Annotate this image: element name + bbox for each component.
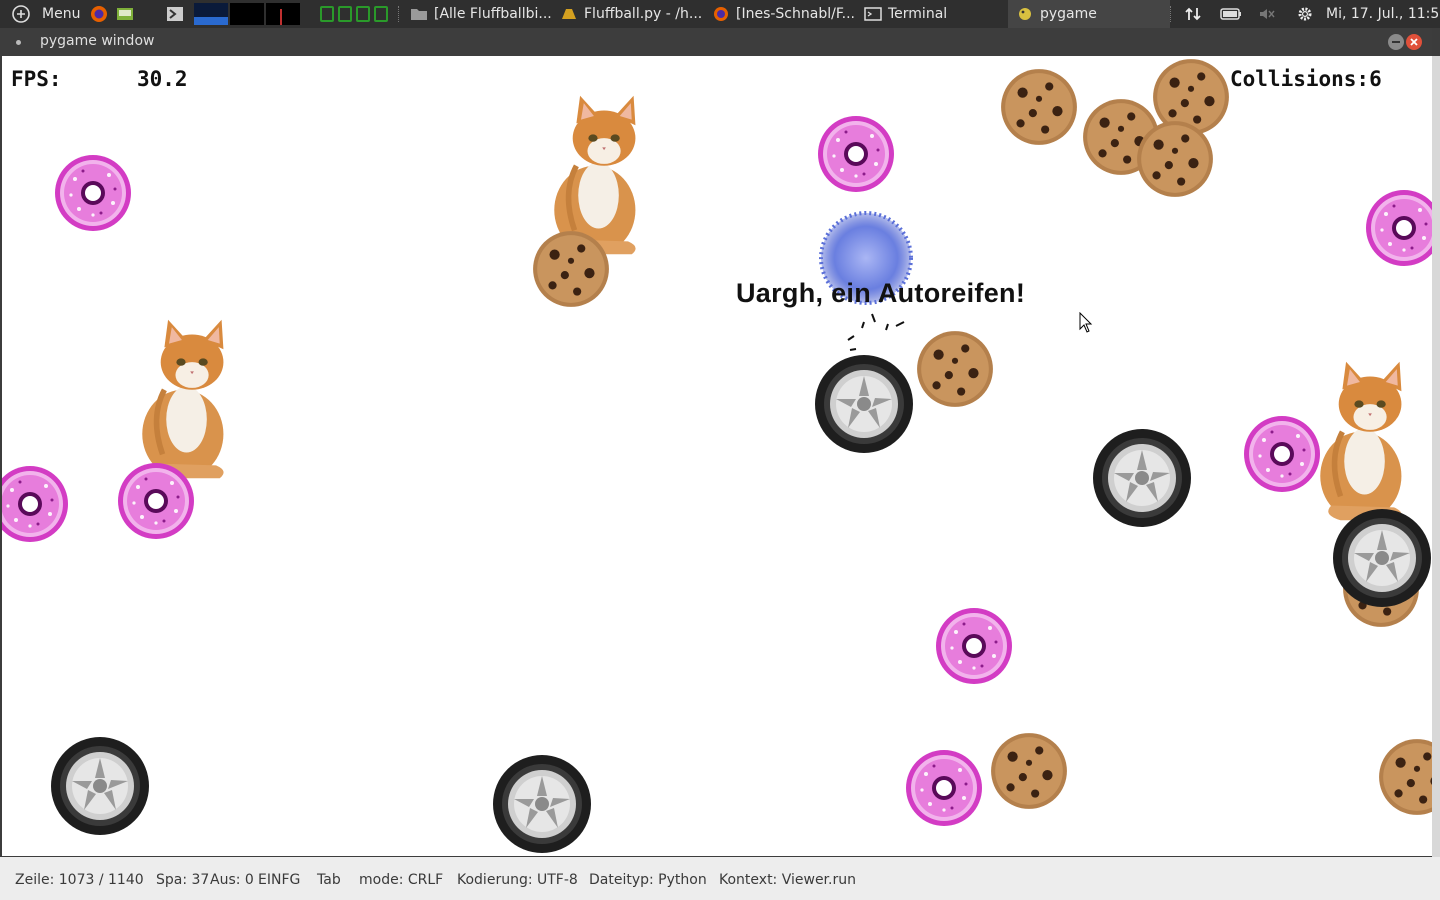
tire-sprite xyxy=(50,736,150,836)
window-button-files[interactable]: [Alle Fluffballbi... xyxy=(410,0,552,28)
window-menu-icon[interactable] xyxy=(16,40,21,45)
donut-sprite xyxy=(53,153,133,233)
files-launcher[interactable] xyxy=(116,0,140,28)
donut-sprite xyxy=(816,114,896,194)
top-panel: Menu [Alle Fluffballbi... Fluffball.py -… xyxy=(0,0,1440,28)
minimize-icon xyxy=(1392,41,1400,43)
window-button-label: [Alle Fluffballbi... xyxy=(434,6,552,22)
editor-icon xyxy=(562,9,576,19)
network-graph xyxy=(266,3,300,25)
terminal-icon xyxy=(864,7,882,21)
volume-indicator[interactable] xyxy=(1258,0,1282,28)
cookie-sprite xyxy=(998,66,1080,148)
tire-sprite xyxy=(492,754,592,854)
status-filetype: Dateityp: Python xyxy=(589,872,707,888)
network-arrows-icon xyxy=(1185,7,1201,21)
background-window-edge xyxy=(1432,56,1440,857)
cookie-sprite xyxy=(1376,736,1432,818)
cookie-sprite xyxy=(530,228,612,310)
window-button-label: pygame xyxy=(1040,6,1097,22)
battery-icon xyxy=(1220,8,1241,20)
status-context: Kontext: Viewer.run xyxy=(719,872,856,888)
close-icon xyxy=(1410,38,1418,46)
collisions-counter: Collisions:6 xyxy=(1230,67,1382,91)
window-button-label: Terminal xyxy=(888,6,948,22)
status-insert-mode: EINFG xyxy=(258,872,301,888)
cookie-sprite xyxy=(1134,118,1216,200)
window-titlebar[interactable]: pygame window xyxy=(0,28,1432,56)
firefox-icon xyxy=(714,7,728,21)
window-button-terminal[interactable]: Terminal xyxy=(864,0,1004,28)
mouse-cursor-icon xyxy=(1079,312,1093,333)
tire-sprite xyxy=(1092,428,1192,528)
menu-icon xyxy=(12,5,30,23)
donut-sprite xyxy=(1242,414,1322,494)
system-monitor[interactable] xyxy=(194,0,300,28)
menu-button[interactable]: Menu xyxy=(12,0,80,28)
status-indent: Tab xyxy=(317,872,341,888)
window-button-browser[interactable]: [Ines-Schnabl/F... xyxy=(712,0,858,28)
files-icon xyxy=(117,8,133,20)
cookie-sprite xyxy=(914,328,996,410)
donut-sprite xyxy=(904,748,984,828)
close-button[interactable] xyxy=(1406,34,1422,50)
clock[interactable]: Mi, 17. Jul., 11:55 xyxy=(1326,0,1440,28)
window-button-editor[interactable]: Fluffball.py - /h... xyxy=(560,0,706,28)
workspace-switcher[interactable] xyxy=(166,0,190,28)
network-indicator[interactable] xyxy=(1184,0,1208,28)
window-title: pygame window xyxy=(40,33,155,49)
window-button-label: Fluffball.py - /h... xyxy=(584,6,703,22)
donut-sprite xyxy=(934,606,1014,686)
minimize-button[interactable] xyxy=(1388,34,1404,50)
clock-text: Mi, 17. Jul., 11:55 xyxy=(1326,6,1440,22)
editor-statusbar: Zeile: 1073 / 1140 Spa: 37 Aus: 0 EINFG … xyxy=(0,857,1440,900)
battery-indicator[interactable] xyxy=(1220,0,1248,28)
cookie-sprite xyxy=(988,730,1070,812)
fps-value: 30.2 xyxy=(137,67,188,91)
cat-sprite xyxy=(120,316,242,482)
status-encoding: Kodierung: UTF-8 xyxy=(457,872,578,888)
gear-icon xyxy=(1298,7,1312,21)
workspace-indicator[interactable] xyxy=(320,0,388,28)
menu-label: Menu xyxy=(42,6,81,22)
settings-indicator[interactable] xyxy=(1296,0,1320,28)
status-line-endings: mode: CRLF xyxy=(359,872,444,888)
window-button-label: [Ines-Schnabl/F... xyxy=(736,6,855,22)
game-message: Uargh, ein Autoreifen! xyxy=(736,278,1026,308)
pygame-canvas[interactable]: FPS: 30.2 Collisions:6 Uargh, ein Autore… xyxy=(2,56,1432,856)
folder-icon xyxy=(411,9,427,20)
workspace-icon xyxy=(167,7,183,21)
donut-sprite xyxy=(2,464,70,544)
volume-muted-icon xyxy=(1260,9,1275,19)
fps-label: FPS: xyxy=(11,67,62,91)
status-column: Spa: 37 xyxy=(156,872,210,888)
crash-debris xyxy=(847,313,905,351)
workspace-dots-icon xyxy=(320,6,388,22)
cpu-graph xyxy=(194,3,228,25)
tire-sprite xyxy=(1332,508,1432,608)
firefox-launcher[interactable] xyxy=(90,0,114,28)
status-selection: Aus: 0 xyxy=(210,872,254,888)
donut-sprite xyxy=(116,461,196,541)
memory-graph xyxy=(230,3,264,25)
firefox-icon xyxy=(91,6,107,22)
panel-separator xyxy=(398,6,401,22)
tire-sprite xyxy=(814,354,914,454)
donut-sprite xyxy=(1364,188,1432,268)
panel-separator xyxy=(1170,6,1173,22)
status-line: Zeile: 1073 / 1140 xyxy=(15,872,144,888)
pygame-icon xyxy=(1019,8,1031,20)
window-button-pygame[interactable]: pygame xyxy=(1008,0,1170,28)
